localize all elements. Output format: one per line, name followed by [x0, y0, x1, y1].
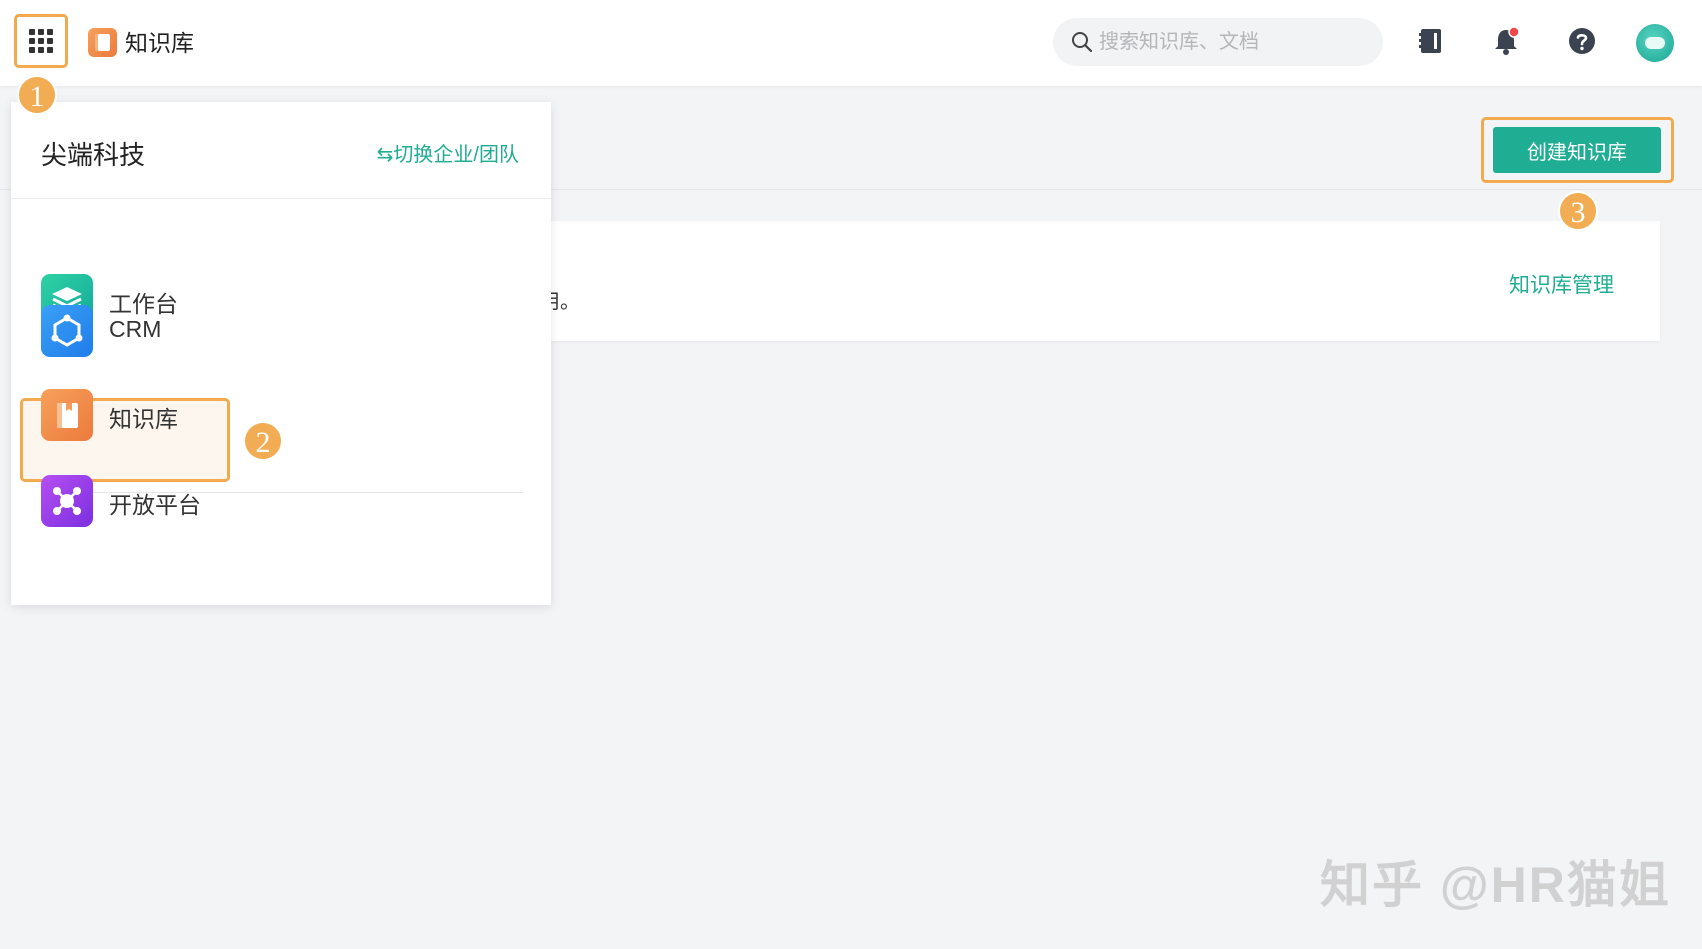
user-avatar[interactable]: [1636, 24, 1674, 62]
book-icon: [88, 28, 117, 57]
menu-item-label: CRM: [109, 316, 162, 342]
book-icon: [41, 389, 93, 441]
menu-item-open-platform[interactable]: 开放平台: [20, 460, 230, 542]
top-header: 知识库: [0, 0, 1702, 86]
menu-item-knowledge-base[interactable]: 知识库: [20, 374, 230, 456]
apps-grid-icon: [29, 29, 53, 53]
search-input[interactable]: [1099, 30, 1359, 54]
menu-item-crm[interactable]: CRM: [20, 290, 230, 372]
watermark: 知乎 @HR猫姐: [1320, 857, 1671, 913]
menu-item-label: 开放平台: [109, 492, 201, 518]
help-icon[interactable]: [1565, 24, 1599, 58]
search-box[interactable]: [1053, 18, 1383, 66]
bell-icon[interactable]: [1490, 24, 1524, 58]
app-switcher-panel: 尖端科技 ⇆切换企业/团队 工作台 CRM 知识库 开放平台: [11, 102, 551, 605]
knowledge-base-card: 用。 知识库管理: [540, 221, 1660, 341]
menu-item-label: 知识库: [109, 406, 178, 432]
app-title: 知识库: [125, 30, 194, 56]
apps-grid-button[interactable]: [14, 14, 68, 68]
address-book-icon[interactable]: [1414, 24, 1448, 58]
hexagon-network-icon: [41, 305, 93, 357]
panel-divider: [11, 198, 551, 199]
organization-name: 尖端科技: [41, 140, 146, 170]
step-badge-2: 2: [243, 421, 283, 461]
create-knowledge-base-button[interactable]: 创建知识库: [1493, 127, 1661, 173]
nodes-icon: [41, 475, 93, 527]
switch-organization-link[interactable]: ⇆切换企业/团队: [377, 138, 519, 167]
step-badge-1: 1: [17, 75, 57, 115]
knowledge-base-manage-link[interactable]: 知识库管理: [1509, 269, 1614, 299]
step-badge-3: 3: [1558, 191, 1598, 231]
search-icon: [1072, 32, 1093, 53]
